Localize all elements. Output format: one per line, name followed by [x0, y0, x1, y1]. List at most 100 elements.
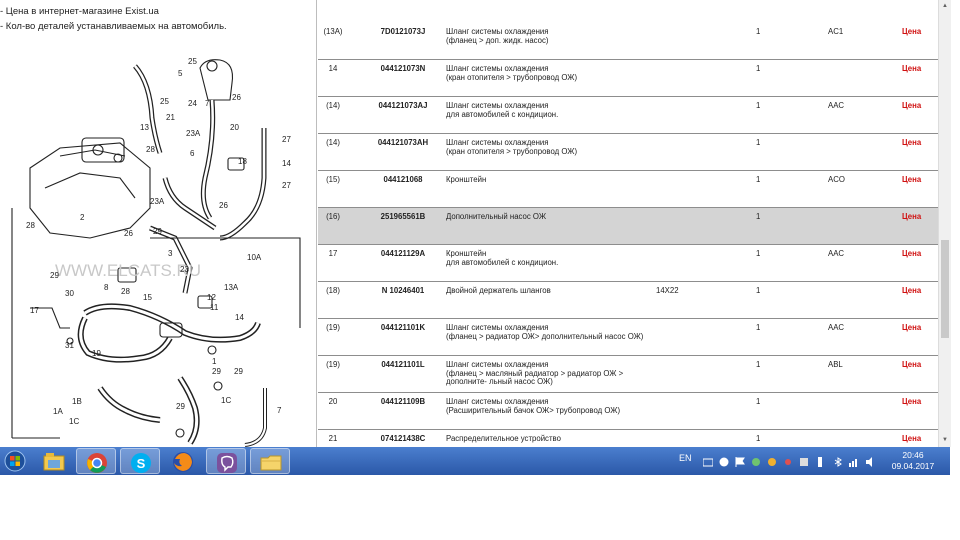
- callout-label: 11: [210, 303, 219, 312]
- callout-label: 12: [207, 293, 216, 302]
- price-link[interactable]: Цена: [902, 212, 926, 222]
- price-link[interactable]: Цена: [902, 101, 926, 111]
- bluetooth-icon[interactable]: [833, 457, 843, 467]
- price-link[interactable]: Цена: [902, 286, 926, 296]
- position-cell: (13А): [323, 27, 343, 36]
- update-icon[interactable]: [751, 457, 761, 467]
- callout-label: 27: [282, 135, 291, 144]
- table-row[interactable]: (14) 044121073AJ Шланг системы охлаждения д…: [318, 97, 938, 134]
- parts-diagram: WWW.ELCATS.RU 2552625 24 72123A13 202728 618…: [11, 57, 301, 447]
- network-icon[interactable]: [849, 457, 859, 467]
- callout-label: 3: [168, 249, 173, 258]
- price-link[interactable]: Цена: [902, 323, 926, 333]
- taskbar-file-explorer[interactable]: [34, 448, 74, 474]
- price-link[interactable]: Цена: [902, 360, 926, 370]
- quantity-cell: 1: [756, 360, 761, 369]
- price-link[interactable]: Цена: [902, 64, 926, 74]
- taskbar-skype[interactable]: S: [120, 448, 160, 474]
- price-note: - Цена в интернет-магазине Exist.ua: [0, 6, 159, 17]
- callout-label: 29: [153, 227, 162, 236]
- table-row[interactable]: (14) 044121073AH Шланг системы охлаждения(…: [318, 134, 938, 171]
- flag-icon[interactable]: [735, 457, 745, 467]
- table-row[interactable]: 17 044121129A Кронштейн для автомобилей с к…: [318, 245, 938, 282]
- description-cell: Кронштейн для автомобилей с кондицион.: [446, 249, 656, 267]
- taskbar-firefox[interactable]: [163, 448, 203, 474]
- table-row[interactable]: (19) 044121101K Шланг системы охлаждения (ф…: [318, 319, 938, 356]
- callout-label: 13A: [224, 283, 239, 292]
- description-line: (Расширительный бачок ОЖ> трубопровод ОЖ…: [446, 405, 621, 415]
- chrome-icon: [87, 453, 107, 473]
- price-link[interactable]: Цена: [902, 397, 926, 407]
- code-cell: AAC: [828, 323, 845, 332]
- scroll-thumb[interactable]: [941, 240, 949, 338]
- table-row[interactable]: (18) N 10246401 Двойной держатель шлангов 1…: [318, 282, 938, 319]
- security-icon[interactable]: [767, 457, 777, 467]
- price-link[interactable]: Цена: [902, 434, 926, 444]
- callout-label: 20: [230, 123, 239, 132]
- position-cell: (18): [326, 286, 340, 295]
- quantity-cell: 1: [756, 323, 761, 332]
- callout-label: 1: [212, 357, 217, 366]
- part-number-cell: 044121101L: [381, 360, 425, 369]
- quantity-cell: 1: [756, 212, 761, 221]
- quantity-cell: 1: [756, 138, 761, 147]
- volume-icon[interactable]: [866, 457, 876, 467]
- description-cell: Шланг системы охлаждения (Расширительный …: [446, 397, 656, 415]
- callout-label: 6: [190, 149, 195, 158]
- position-cell: 21: [328, 434, 338, 443]
- callout-label: 28: [26, 221, 35, 230]
- description-line: (кран отопителя > трубопровод ОЖ): [446, 72, 578, 82]
- quantity-cell: 1: [756, 27, 761, 36]
- taskbar-folder[interactable]: [250, 448, 290, 474]
- callout-label: 18: [238, 157, 247, 166]
- part-number-cell: 044121073N: [380, 64, 426, 73]
- callout-label: 23A: [186, 129, 201, 138]
- quantity-cell: 1: [756, 175, 761, 184]
- keyboard-icon[interactable]: [703, 457, 713, 467]
- callout-label: 8: [104, 283, 109, 292]
- scroll-up-icon[interactable]: ▲: [941, 2, 949, 10]
- callout-label: 25: [188, 57, 197, 66]
- description-line: для автомобилей с кондицион.: [446, 109, 559, 119]
- taskbar-chrome[interactable]: [76, 448, 116, 474]
- code-cell: ABL: [828, 360, 843, 369]
- windows-taskbar: S EN 20:46 09.04.2017: [0, 447, 950, 475]
- callout-label: 26: [232, 93, 241, 102]
- callout-label: 26: [219, 201, 228, 210]
- vertical-scrollbar[interactable]: ▲ ▼: [938, 0, 951, 447]
- scroll-down-icon[interactable]: ▼: [941, 436, 949, 444]
- part-number-cell: 044121073AH: [377, 138, 429, 147]
- table-row[interactable]: 14 044121073N Шланг системы охлаждения (кра…: [318, 60, 938, 97]
- part-number-cell: 044121129A: [380, 249, 426, 258]
- price-link[interactable]: Цена: [902, 27, 926, 37]
- description-line: (кран отопителя > трубопровод ОЖ): [446, 146, 578, 156]
- language-indicator[interactable]: EN: [679, 453, 692, 463]
- price-link[interactable]: Цена: [902, 249, 926, 259]
- quantity-cell: 1: [756, 64, 761, 73]
- price-link[interactable]: Цена: [902, 175, 926, 185]
- system-clock[interactable]: 20:46 09.04.2017: [888, 450, 938, 472]
- table-row[interactable]: 20 044121109B Шланг системы охлаждения (Рас…: [318, 393, 938, 430]
- dimension-cell: 14X22: [656, 286, 679, 295]
- position-cell: (19): [326, 323, 340, 332]
- table-row[interactable]: (16) 251965561B Дополнительный насос ОЖ 1 Це…: [318, 208, 938, 245]
- skype-icon: S: [131, 453, 151, 473]
- table-row[interactable]: (15) 044121068 Кронштейн 1 ACO Цена: [318, 171, 938, 208]
- quantity-cell: 1: [756, 286, 761, 295]
- table-row[interactable]: (19) 044121101L Шланг системы охлаждения (ф…: [318, 356, 938, 393]
- callout-label: 30: [65, 289, 74, 298]
- network-activity-icon[interactable]: [783, 457, 793, 467]
- usb-icon[interactable]: [815, 457, 825, 467]
- taskbar-viber[interactable]: [206, 448, 246, 474]
- table-row[interactable]: (13А) 7D0121073J Шланг системы охлаждения(…: [318, 23, 938, 60]
- callout-label: 28: [121, 287, 130, 296]
- start-button[interactable]: [0, 448, 30, 474]
- table-row[interactable]: 21 074121438C Распределительное устройство…: [318, 430, 938, 447]
- price-link[interactable]: Цена: [902, 138, 926, 148]
- callout-label: 28: [146, 145, 155, 154]
- callout-label: 27: [282, 181, 291, 190]
- app-tray-icon[interactable]: [799, 457, 809, 467]
- position-cell: 14: [328, 64, 338, 73]
- skype-tray-icon[interactable]: [719, 457, 729, 467]
- callout-label: 1A: [53, 407, 63, 416]
